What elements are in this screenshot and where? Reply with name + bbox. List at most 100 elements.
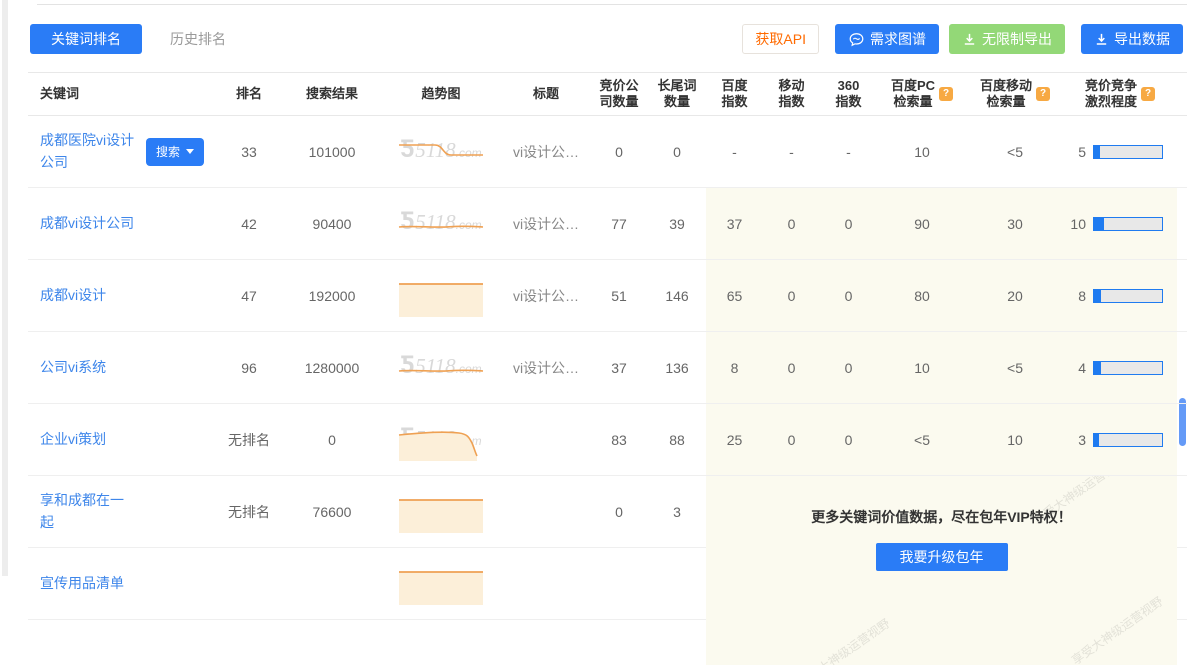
competition-value: 10 [1070, 216, 1086, 232]
bid-companies-cell: 51 [590, 288, 648, 304]
trend-sparkline [395, 490, 487, 534]
keyword-cell: 成都vi设计 [28, 285, 214, 307]
action-buttons: 获取API 需求图谱 无限制导出 导出数据 [742, 24, 1183, 54]
download-icon [1094, 32, 1109, 47]
keyword-table: 关键词排名搜索结果趋势图标题竞价公 司数量长尾词 数量百度 指数移动 指数360… [28, 72, 1187, 620]
keyword-cell: 公司vi系统 [28, 357, 214, 379]
competition-bar [1093, 433, 1163, 447]
trend-cell: Ƽ5118.com [380, 202, 502, 246]
left-edge-strip [2, 0, 8, 576]
trend-cell: Ƽ5118.com [380, 130, 502, 174]
promo-watermark: 享受大神级运营视野 [1068, 593, 1166, 665]
keyword-link[interactable]: 成都vi设计 [40, 285, 106, 307]
trend-sparkline [395, 130, 487, 174]
baidu-pc-volume-cell: <5 [877, 432, 967, 448]
trend-sparkline [395, 418, 487, 462]
table-row: 成都vi设计 47 192000 Ƽ5118.com vi设计公… 51 146… [28, 260, 1187, 332]
longtail-count-cell: 146 [648, 288, 706, 304]
rank-cell: 42 [214, 216, 284, 232]
search-dropdown-button[interactable]: 搜索 [146, 138, 204, 166]
column-header: 竞价竞争 激烈程度? [1063, 78, 1177, 111]
bid-companies-cell: 77 [590, 216, 648, 232]
baidu-index-cell: 65 [706, 288, 763, 304]
search-results-cell: 1280000 [284, 360, 380, 376]
trend-cell: Ƽ5118.com [380, 418, 502, 462]
bid-companies-cell: 0 [590, 144, 648, 160]
keyword-link[interactable]: 企业vi策划 [40, 429, 106, 451]
competition-cell: 5 [1063, 144, 1177, 160]
trend-cell: Ƽ5118.com [380, 346, 502, 390]
get-api-button[interactable]: 获取API [742, 24, 819, 54]
rank-cell: 无排名 [214, 430, 284, 450]
bid-companies-cell: 83 [590, 432, 648, 448]
mobile-index-cell: 0 [763, 288, 820, 304]
competition-bar [1093, 361, 1163, 375]
unlimited-export-label: 无限制导出 [982, 29, 1052, 49]
mobile-index-cell: - [763, 144, 820, 160]
table-row: 成都医院vi设计公司 搜索 33 101000 Ƽ5118.com vi设计公…… [28, 116, 1187, 188]
index-360-cell: 0 [820, 432, 877, 448]
unlimited-export-button[interactable]: 无限制导出 [949, 24, 1065, 54]
keyword-cell: 企业vi策划 [28, 429, 214, 451]
download-icon [962, 32, 977, 47]
column-header: 趋势图 [380, 86, 502, 102]
demand-map-icon [848, 31, 865, 48]
baidu-mobile-volume-cell: 30 [967, 216, 1063, 232]
export-data-button[interactable]: 导出数据 [1081, 24, 1183, 54]
baidu-mobile-volume-cell: <5 [967, 360, 1063, 376]
column-header: 竞价公 司数量 [590, 78, 648, 111]
search-results-cell: 76600 [284, 504, 380, 520]
trend-sparkline [395, 562, 487, 606]
search-results-cell: 0 [284, 432, 380, 448]
competition-cell: 10 [1063, 216, 1177, 232]
longtail-count-cell: 0 [648, 144, 706, 160]
help-question-icon[interactable]: ? [1036, 87, 1050, 101]
tab-history-ranking[interactable]: 历史排名 [170, 29, 226, 49]
help-question-icon[interactable]: ? [939, 87, 953, 101]
trend-sparkline [395, 274, 487, 318]
mobile-index-cell: 0 [763, 432, 820, 448]
index-360-cell: - [820, 144, 877, 160]
bid-companies-cell: 0 [590, 504, 648, 520]
table-row: 企业vi策划 无排名 0 Ƽ5118.com 83 88 25 0 0 <5 1… [28, 404, 1187, 476]
export-data-label: 导出数据 [1114, 29, 1170, 49]
column-header: 搜索结果 [284, 86, 380, 102]
vip-promo-panel: 享受大神级运营视野 享受大神级运营视野 享受大神级运营视野 更多关键词价值数据，… [706, 476, 1177, 665]
longtail-count-cell: 3 [648, 504, 706, 520]
competition-cell: 8 [1063, 288, 1177, 304]
trend-cell: Ƽ5118.com [380, 274, 502, 318]
column-header: 360 指数 [820, 78, 877, 111]
index-360-cell: 0 [820, 216, 877, 232]
baidu-pc-volume-cell: 90 [877, 216, 967, 232]
title-cell: vi设计公… [502, 142, 590, 162]
index-360-cell: 0 [820, 360, 877, 376]
tab-keyword-ranking[interactable]: 关键词排名 [30, 24, 142, 54]
help-question-icon[interactable]: ? [1141, 87, 1155, 101]
keyword-link[interactable]: 成都vi设计公司 [40, 213, 134, 235]
keyword-cell: 成都医院vi设计公司 搜索 [28, 130, 214, 173]
rank-cell: 96 [214, 360, 284, 376]
baidu-pc-volume-cell: 10 [877, 144, 967, 160]
promo-watermark: 享受大神级运营视野 [795, 615, 893, 665]
baidu-pc-volume-cell: 10 [877, 360, 967, 376]
competition-cell: 3 [1063, 432, 1177, 448]
table-row: 公司vi系统 96 1280000 Ƽ5118.com vi设计公… 37 13… [28, 332, 1187, 404]
column-header: 标题 [502, 86, 590, 102]
baidu-mobile-volume-cell: 20 [967, 288, 1063, 304]
trend-sparkline [395, 346, 487, 390]
demand-map-button[interactable]: 需求图谱 [835, 24, 939, 54]
baidu-pc-volume-cell: 80 [877, 288, 967, 304]
baidu-index-cell: 8 [706, 360, 763, 376]
column-header: 百度 指数 [706, 78, 763, 111]
baidu-index-cell: 37 [706, 216, 763, 232]
search-results-cell: 90400 [284, 216, 380, 232]
baidu-mobile-volume-cell: 10 [967, 432, 1063, 448]
rank-cell: 无排名 [214, 502, 284, 522]
keyword-link[interactable]: 享和成都在一起 [40, 490, 136, 533]
upgrade-vip-button[interactable]: 我要升级包年 [876, 543, 1008, 571]
mobile-index-cell: 0 [763, 216, 820, 232]
keyword-link[interactable]: 成都医院vi设计公司 [40, 130, 136, 173]
competition-value: 5 [1078, 144, 1086, 160]
keyword-link[interactable]: 公司vi系统 [40, 357, 106, 379]
column-header: 长尾词 数量 [648, 78, 706, 111]
